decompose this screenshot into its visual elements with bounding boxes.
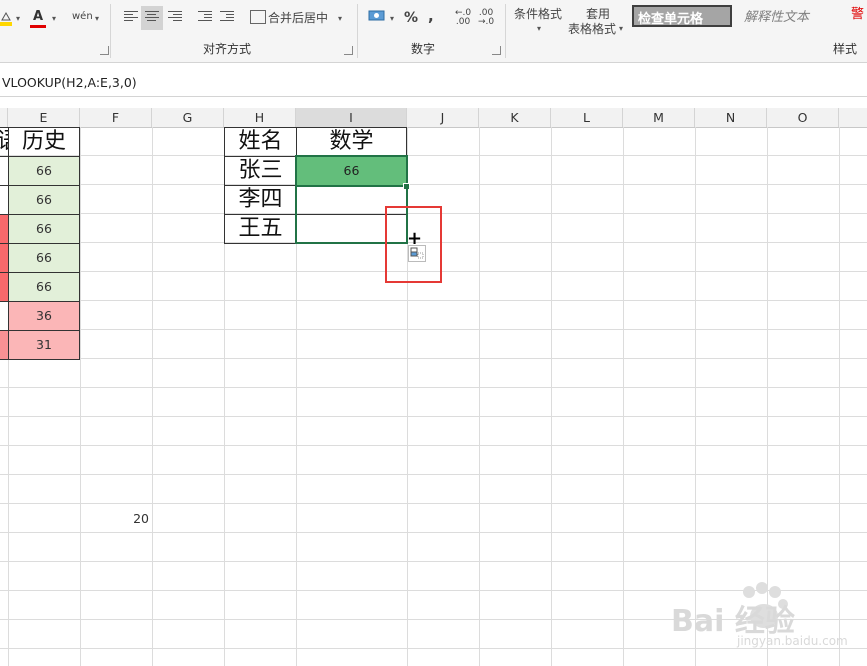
alignment-dialog-launcher-icon[interactable] (344, 46, 353, 55)
cell-h2[interactable]: 张三 (224, 156, 297, 186)
font-color-swatch (30, 25, 46, 28)
ribbon-separator (110, 4, 111, 58)
formula-text[interactable]: VLOOKUP(H2,A:E,3,0) (2, 70, 137, 96)
column-header-p[interactable] (839, 108, 867, 127)
auto-fill-options-icon (410, 247, 424, 259)
grid-line (551, 127, 552, 666)
cell-i1-header[interactable]: 数学 (296, 127, 407, 157)
style-explanatory-text[interactable]: 解释性文本 (738, 5, 838, 27)
align-right-icon[interactable] (168, 11, 182, 23)
watermark: Bai 经验 jingyan.baidu.com (665, 576, 865, 656)
column-header-g[interactable]: G (152, 108, 224, 127)
auto-fill-options-button[interactable] (408, 245, 426, 262)
column-header-h[interactable]: H (224, 108, 296, 127)
column-header-j[interactable]: J (407, 108, 479, 127)
percent-style-button[interactable]: % (404, 9, 418, 27)
chevron-down-icon[interactable]: ▾ (16, 10, 20, 28)
styles-group-label: 样式 (833, 42, 858, 56)
decrease-decimal-button[interactable]: .00 →.0 (478, 9, 494, 29)
column-header-m[interactable]: M (623, 108, 695, 127)
column-header-l[interactable]: L (551, 108, 623, 127)
selection-border (295, 155, 408, 187)
font-color-icon: A (32, 9, 44, 24)
number-group-label: 数字 (411, 42, 436, 56)
grid-line (623, 127, 624, 666)
chevron-down-icon[interactable]: ▾ (338, 10, 342, 28)
fill-color-icon[interactable] (0, 10, 12, 28)
accounting-format-icon[interactable] (368, 8, 386, 26)
grid-line (80, 127, 81, 666)
column-header-partial[interactable] (0, 108, 8, 127)
merge-center-icon[interactable] (250, 10, 266, 24)
column-header-row: E F G H I J K L M N O (0, 108, 867, 128)
font-color-button[interactable]: A (30, 8, 46, 26)
watermark-url: jingyan.baidu.com (737, 634, 848, 648)
style-warning-text[interactable]: 警 (851, 6, 864, 24)
chevron-down-icon[interactable]: ▾ (537, 20, 541, 38)
chevron-down-icon[interactable]: ▾ (619, 20, 623, 38)
cell-h3[interactable]: 李四 (224, 185, 297, 215)
merge-center-button[interactable]: 合并后居中 (268, 9, 328, 27)
ribbon: ▾ A ▾ wén ▾ 合并后居中 ▾ 对齐方式 ▾ % , ←.0 .00 .… (0, 0, 867, 63)
grid-line (479, 127, 480, 666)
cell-h1-header[interactable]: 姓名 (224, 127, 297, 157)
column-header-n[interactable]: N (695, 108, 767, 127)
column-header-k[interactable]: K (479, 108, 551, 127)
column-header-o[interactable]: O (767, 108, 839, 127)
cell-e1-header[interactable]: 历史 (8, 127, 80, 157)
format-as-table-button[interactable]: 表格格式 (568, 20, 616, 38)
cell-e7[interactable]: 36 (8, 301, 80, 331)
cell-e2[interactable]: 66 (8, 156, 80, 186)
column-header-i[interactable]: I (296, 108, 407, 127)
cell-h4[interactable]: 王五 (224, 214, 297, 244)
increase-indent-icon[interactable] (220, 11, 234, 23)
column-header-f[interactable]: F (80, 108, 152, 127)
grid-line (152, 127, 153, 666)
cell-e6[interactable]: 66 (8, 272, 80, 302)
comma-style-button[interactable]: , (428, 7, 434, 25)
phonetic-guide-icon[interactable]: wén (72, 8, 93, 26)
chevron-down-icon[interactable]: ▾ (95, 10, 99, 28)
cell-e5[interactable]: 66 (8, 243, 80, 273)
align-center-icon (145, 11, 159, 23)
increase-decimal-button[interactable]: ←.0 .00 (455, 9, 471, 29)
cell-f-value[interactable]: 20 (80, 504, 152, 533)
chevron-down-icon[interactable]: ▾ (390, 10, 394, 28)
alignment-group-label: 对齐方式 (203, 42, 252, 56)
number-dialog-launcher-icon[interactable] (492, 46, 501, 55)
column-header-e[interactable]: E (8, 108, 80, 127)
cell-e4[interactable]: 66 (8, 214, 80, 244)
formula-bar[interactable]: VLOOKUP(H2,A:E,3,0) (0, 70, 867, 97)
ribbon-separator (357, 4, 358, 58)
ribbon-separator (505, 4, 506, 58)
font-dialog-launcher-icon[interactable] (100, 46, 109, 55)
align-left-icon[interactable] (124, 11, 138, 23)
style-check-cell[interactable]: 检查单元格 (632, 5, 732, 27)
cell-e3[interactable]: 66 (8, 185, 80, 215)
decrease-indent-icon[interactable] (198, 11, 212, 23)
chevron-down-icon[interactable]: ▾ (52, 10, 56, 28)
cell-e8[interactable]: 31 (8, 330, 80, 360)
